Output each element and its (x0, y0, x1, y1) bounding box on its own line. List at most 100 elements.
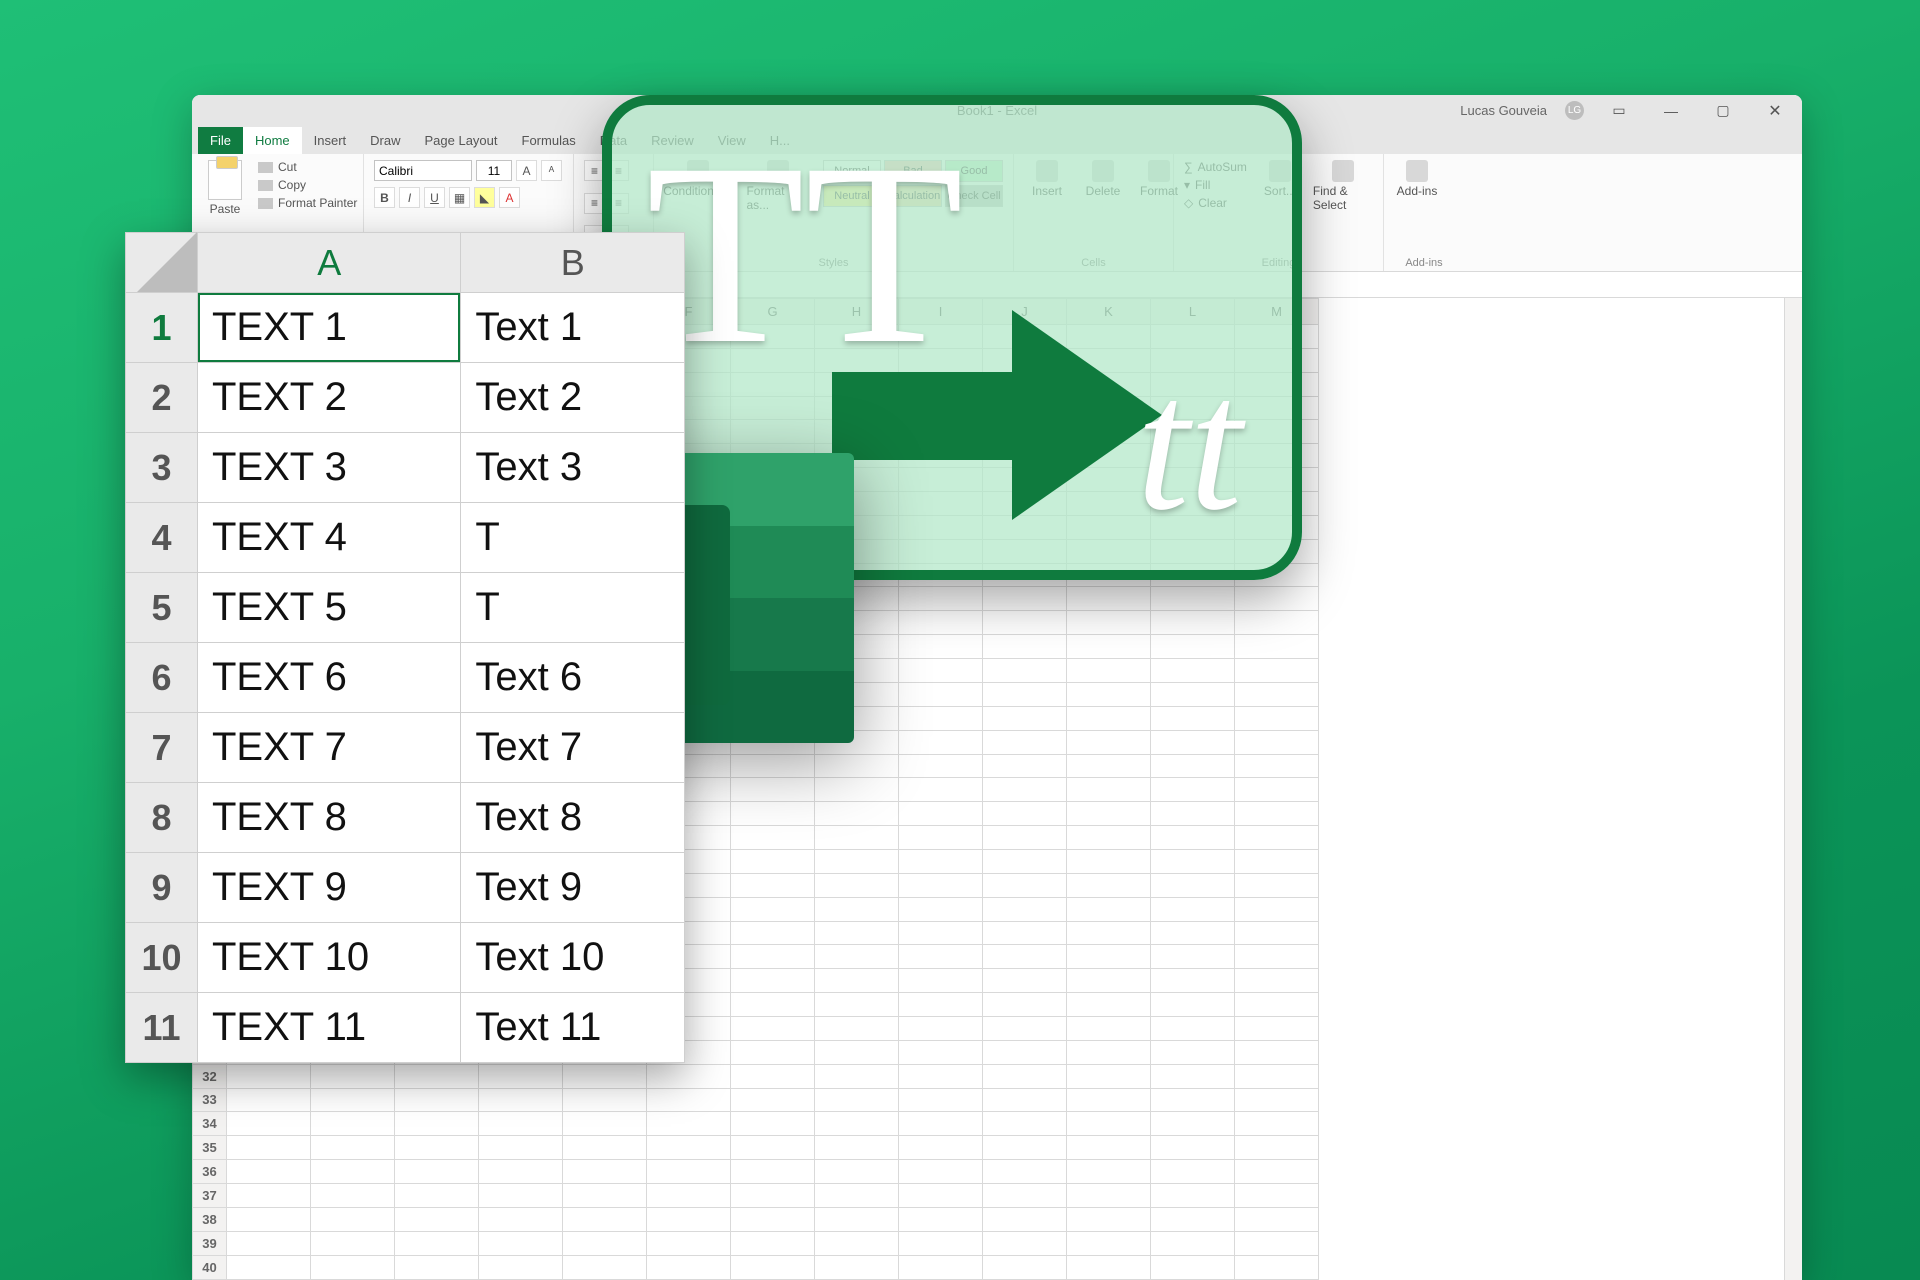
cell-J13[interactable] (983, 611, 1067, 635)
cell-K37[interactable] (1067, 1183, 1151, 1207)
cell-H33[interactable] (815, 1088, 899, 1112)
cell-L31[interactable] (1151, 1040, 1235, 1064)
cell-I25[interactable] (899, 897, 983, 921)
cell-F36[interactable] (647, 1160, 731, 1184)
cell-F32[interactable] (647, 1064, 731, 1088)
cell-H25[interactable] (815, 897, 899, 921)
cell-G39[interactable] (731, 1231, 815, 1255)
cell-B40[interactable] (311, 1255, 395, 1279)
cell-A33[interactable] (227, 1088, 311, 1112)
cell-G27[interactable] (731, 945, 815, 969)
cell-G34[interactable] (731, 1112, 815, 1136)
cell-E37[interactable] (563, 1183, 647, 1207)
cell-K39[interactable] (1067, 1231, 1151, 1255)
font-size-input[interactable] (476, 160, 512, 181)
cell-J20[interactable] (983, 778, 1067, 802)
cell-C37[interactable] (395, 1183, 479, 1207)
row-header-38[interactable]: 38 (193, 1207, 227, 1231)
cell-K35[interactable] (1067, 1136, 1151, 1160)
cell-I23[interactable] (899, 849, 983, 873)
cell-G33[interactable] (731, 1088, 815, 1112)
cell-L32[interactable] (1151, 1064, 1235, 1088)
cell-J39[interactable] (983, 1231, 1067, 1255)
row-header-40[interactable]: 40 (193, 1255, 227, 1279)
cell-A39[interactable] (227, 1231, 311, 1255)
cell-M30[interactable] (1235, 1016, 1319, 1040)
cell-I40[interactable] (899, 1255, 983, 1279)
tab-draw[interactable]: Draw (358, 127, 412, 154)
cell-F34[interactable] (647, 1112, 731, 1136)
bold-button[interactable]: B (374, 187, 395, 208)
cell-I15[interactable] (899, 659, 983, 683)
cell-G37[interactable] (731, 1183, 815, 1207)
cell-E40[interactable] (563, 1255, 647, 1279)
cell-G21[interactable] (731, 802, 815, 826)
cell-C40[interactable] (395, 1255, 479, 1279)
cell-C36[interactable] (395, 1160, 479, 1184)
cell-K19[interactable] (1067, 754, 1151, 778)
cell-G29[interactable] (731, 993, 815, 1017)
cell-E33[interactable] (563, 1088, 647, 1112)
cell-F38[interactable] (647, 1207, 731, 1231)
underline-button[interactable]: U (424, 187, 445, 208)
cell-G40[interactable] (731, 1255, 815, 1279)
cell-J31[interactable] (983, 1040, 1067, 1064)
cut-button[interactable]: Cut (258, 160, 357, 174)
cell-I28[interactable] (899, 969, 983, 993)
cell-M15[interactable] (1235, 659, 1319, 683)
increase-font-icon[interactable]: A (516, 160, 537, 181)
cell-H21[interactable] (815, 802, 899, 826)
cell-M21[interactable] (1235, 802, 1319, 826)
find-select-button[interactable]: Find & Select (1313, 160, 1373, 212)
tab-page-layout[interactable]: Page Layout (413, 127, 510, 154)
cell-D34[interactable] (479, 1112, 563, 1136)
cell-G23[interactable] (731, 849, 815, 873)
cell-I24[interactable] (899, 873, 983, 897)
cell-M25[interactable] (1235, 897, 1319, 921)
cell-J26[interactable] (983, 921, 1067, 945)
cell-M33[interactable] (1235, 1088, 1319, 1112)
cell-M17[interactable] (1235, 706, 1319, 730)
row-header-39[interactable]: 39 (193, 1231, 227, 1255)
cell-L39[interactable] (1151, 1231, 1235, 1255)
tab-home[interactable]: Home (243, 127, 302, 154)
cell-F40[interactable] (647, 1255, 731, 1279)
fill-color-button[interactable]: ◣ (474, 187, 495, 208)
cell-E32[interactable] (563, 1064, 647, 1088)
cell-J14[interactable] (983, 635, 1067, 659)
cell-J21[interactable] (983, 802, 1067, 826)
cell-M19[interactable] (1235, 754, 1319, 778)
cell-J16[interactable] (983, 682, 1067, 706)
cell-K17[interactable] (1067, 706, 1151, 730)
cell-K38[interactable] (1067, 1207, 1151, 1231)
cell-M28[interactable] (1235, 969, 1319, 993)
cell-C34[interactable] (395, 1112, 479, 1136)
cell-M23[interactable] (1235, 849, 1319, 873)
ribbon-display-icon[interactable]: ▭ (1602, 102, 1636, 119)
cell-L17[interactable] (1151, 706, 1235, 730)
cell-K36[interactable] (1067, 1160, 1151, 1184)
cell-B39[interactable] (311, 1231, 395, 1255)
cell-K40[interactable] (1067, 1255, 1151, 1279)
cell-I20[interactable] (899, 778, 983, 802)
cell-I27[interactable] (899, 945, 983, 969)
cell-K21[interactable] (1067, 802, 1151, 826)
cell-H20[interactable] (815, 778, 899, 802)
cell-J28[interactable] (983, 969, 1067, 993)
row-header-32[interactable]: 32 (193, 1064, 227, 1088)
cell-J33[interactable] (983, 1088, 1067, 1112)
maximize-icon[interactable]: ▢ (1706, 102, 1740, 119)
cell-G38[interactable] (731, 1207, 815, 1231)
cell-B35[interactable] (311, 1136, 395, 1160)
cell-A37[interactable] (227, 1183, 311, 1207)
cell-C39[interactable] (395, 1231, 479, 1255)
cell-H31[interactable] (815, 1040, 899, 1064)
cell-E38[interactable] (563, 1207, 647, 1231)
cell-K23[interactable] (1067, 849, 1151, 873)
cell-K16[interactable] (1067, 682, 1151, 706)
cell-K22[interactable] (1067, 826, 1151, 850)
cell-H30[interactable] (815, 1016, 899, 1040)
cell-J34[interactable] (983, 1112, 1067, 1136)
cell-K12[interactable] (1067, 587, 1151, 611)
cell-H39[interactable] (815, 1231, 899, 1255)
